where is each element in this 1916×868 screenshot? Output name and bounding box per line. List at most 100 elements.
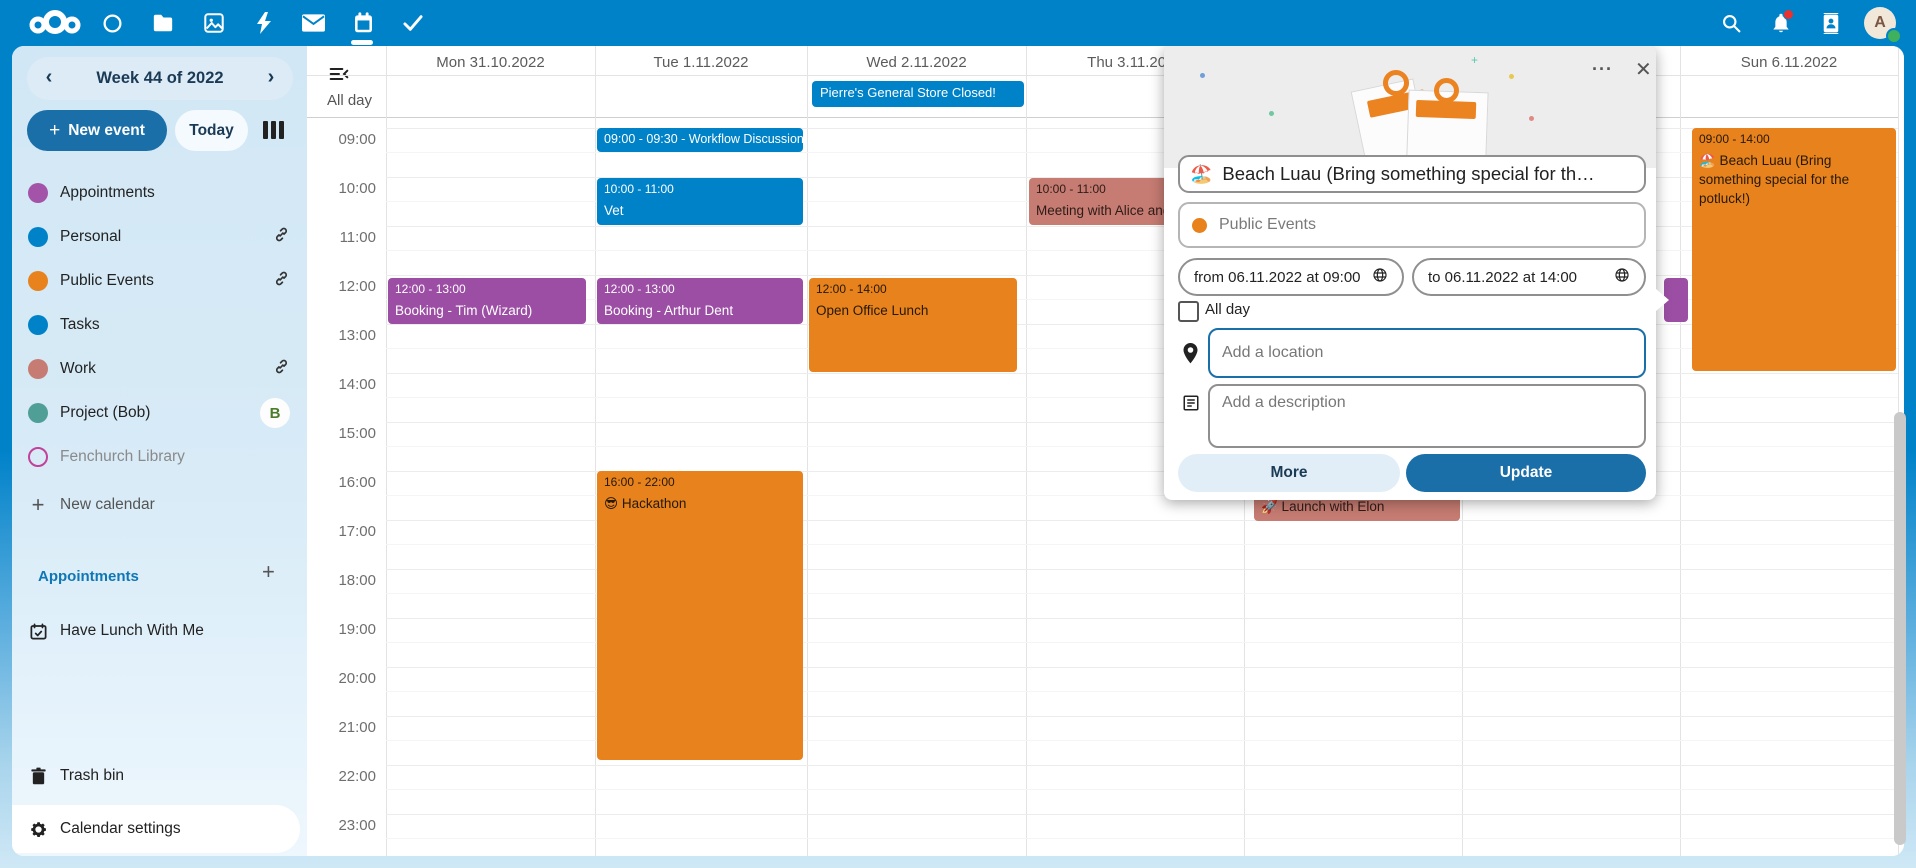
app-window: ‹ Week 44 of 2022 › + New event Today Ap…: [0, 0, 1916, 868]
allday-separator: [307, 117, 1898, 118]
day-header-tue: Tue 1.11.2022: [595, 52, 807, 74]
start-date-picker[interactable]: from 06.11.2022 at 09:00: [1178, 258, 1404, 296]
close-icon[interactable]: ✕: [1635, 57, 1652, 82]
calendar-check-icon: [28, 621, 48, 641]
timezone-globe-icon[interactable]: [1372, 267, 1388, 287]
sparkle-dot: [1509, 74, 1514, 79]
next-week-button[interactable]: ›: [251, 57, 291, 100]
sidebar: ‹ Week 44 of 2022 › + New event Today Ap…: [12, 46, 307, 856]
calendar-settings-button[interactable]: Calendar settings: [12, 805, 300, 853]
more-button[interactable]: More: [1178, 454, 1400, 492]
sparkle-dot: [1269, 111, 1274, 116]
location-input[interactable]: [1208, 328, 1646, 378]
event-hidden-saturday[interactable]: [1664, 278, 1688, 322]
end-date-picker[interactable]: to 06.11.2022 at 14:00: [1412, 258, 1646, 296]
calendar-color-dot[interactable]: [28, 183, 48, 203]
status-dot: [1886, 28, 1902, 44]
time-tick: 23:00: [321, 817, 376, 834]
calendar-color-dot[interactable]: [28, 359, 48, 379]
topbar: A: [0, 0, 1916, 46]
event-open-office-lunch[interactable]: 12:00 - 14:00 Open Office Lunch: [809, 278, 1017, 372]
shared-link-icon: [273, 270, 290, 292]
calendar-color-dot: [1192, 218, 1207, 233]
timezone-globe-icon[interactable]: [1614, 267, 1630, 287]
calendar-color-dot[interactable]: [28, 227, 48, 247]
clipboard-ring: [1434, 78, 1459, 103]
notifications-bell-icon[interactable]: [1769, 11, 1793, 35]
time-tick: 17:00: [321, 523, 376, 540]
add-appointment-button[interactable]: +: [262, 562, 275, 582]
nextcloud-logo[interactable]: [26, 8, 84, 43]
day-header-sun: Sun 6.11.2022: [1680, 52, 1898, 74]
time-tick: 14:00: [321, 376, 376, 393]
sparkle-dot: [1200, 73, 1205, 78]
gear-icon: [28, 819, 48, 839]
week-navigation: ‹ Week 44 of 2022 ›: [27, 57, 293, 100]
event-title-field[interactable]: 🏖️: [1178, 155, 1646, 193]
collapse-all-day-icon[interactable]: [329, 66, 349, 87]
new-event-button[interactable]: + New event: [27, 110, 167, 151]
time-tick: 11:00: [321, 229, 376, 246]
trash-icon: [28, 766, 48, 786]
photos-icon[interactable]: [202, 11, 226, 35]
mail-icon[interactable]: [301, 11, 325, 35]
week-view-toggle-icon[interactable]: [260, 118, 286, 142]
sidebar-item-personal[interactable]: Personal: [12, 215, 307, 259]
day-header-wed: Wed 2.11.2022: [807, 52, 1026, 74]
contacts-icon[interactable]: [1819, 11, 1843, 35]
time-tick: 20:00: [321, 670, 376, 687]
time-tick: 10:00: [321, 180, 376, 197]
sidebar-item-public-events[interactable]: Public Events: [12, 259, 307, 303]
popup-actions-button[interactable]: ···: [1592, 59, 1613, 80]
day-header-mon: Mon 31.10.2022: [386, 52, 595, 74]
calendar-app-icon[interactable]: [351, 11, 375, 35]
trash-bin-button[interactable]: Trash bin: [12, 754, 307, 798]
calendar-color-dot[interactable]: [28, 403, 48, 423]
calendar-color-ring[interactable]: [28, 447, 48, 467]
event-title-input[interactable]: [1220, 162, 1634, 186]
search-icon[interactable]: [1719, 11, 1743, 35]
sidebar-item-appointments[interactable]: Appointments: [12, 171, 307, 215]
sidebar-item-work[interactable]: Work: [12, 347, 307, 391]
calendar-main: All day Mon 31.10.2022 Tue 1.11.2022 Wed…: [307, 46, 1904, 856]
files-icon[interactable]: [151, 11, 175, 35]
event-beach-luau[interactable]: 09:00 - 14:00 🏖️ Beach Luau (Bring somet…: [1692, 128, 1896, 371]
today-button[interactable]: Today: [175, 110, 248, 151]
description-icon: [1182, 394, 1200, 417]
appointments-section-header: Appointments: [38, 568, 139, 585]
sidebar-item-project-bob[interactable]: Project (Bob) B: [12, 391, 307, 435]
time-tick: 16:00: [321, 474, 376, 491]
calendar-color-dot[interactable]: [28, 271, 48, 291]
time-tick: 12:00: [321, 278, 376, 295]
time-tick: 15:00: [321, 425, 376, 442]
description-textarea[interactable]: [1208, 384, 1646, 448]
vertical-scrollbar[interactable]: [1894, 412, 1906, 845]
plus-icon: +: [28, 495, 48, 515]
event-booking-arthur-dent[interactable]: 12:00 - 13:00 Booking - Arthur Dent: [597, 278, 803, 324]
tasks-icon[interactable]: [401, 11, 425, 35]
event-booking-tim-wizard[interactable]: 12:00 - 13:00 Booking - Tim (Wizard): [388, 278, 586, 324]
sidebar-item-fenchurch-library[interactable]: Fenchurch Library: [12, 435, 307, 479]
plus-icon: +: [49, 120, 60, 142]
appointment-item-have-lunch[interactable]: Have Lunch With Me: [12, 609, 307, 653]
sidebar-item-tasks[interactable]: Tasks: [12, 303, 307, 347]
event-hackathon[interactable]: 16:00 - 22:00 😎 Hackathon: [597, 471, 803, 760]
all-day-checkbox-label: All day: [1205, 301, 1250, 318]
dashboard-icon[interactable]: [100, 11, 124, 35]
calendar-select[interactable]: Public Events: [1178, 202, 1646, 248]
event-vet[interactable]: 10:00 - 11:00 Vet: [597, 178, 803, 225]
update-button[interactable]: Update: [1406, 454, 1646, 492]
event-workflow-discussion[interactable]: 09:00 - 09:30 - Workflow Discussion: [597, 128, 803, 152]
sparkle-plus: +: [1471, 56, 1479, 64]
all-day-checkbox[interactable]: [1178, 301, 1199, 322]
calendar-color-dot[interactable]: [28, 315, 48, 335]
active-app-indicator: [351, 40, 373, 45]
time-tick: 19:00: [321, 621, 376, 638]
sparkle-dot: [1529, 116, 1534, 121]
location-pin-icon: [1182, 343, 1199, 369]
activity-icon[interactable]: [252, 11, 276, 35]
new-calendar-button[interactable]: + New calendar: [12, 483, 307, 527]
shared-link-icon: [273, 358, 290, 380]
event-pierres-general-store-closed[interactable]: Pierre's General Store Closed!: [812, 81, 1024, 107]
shared-link-icon: [273, 226, 290, 248]
